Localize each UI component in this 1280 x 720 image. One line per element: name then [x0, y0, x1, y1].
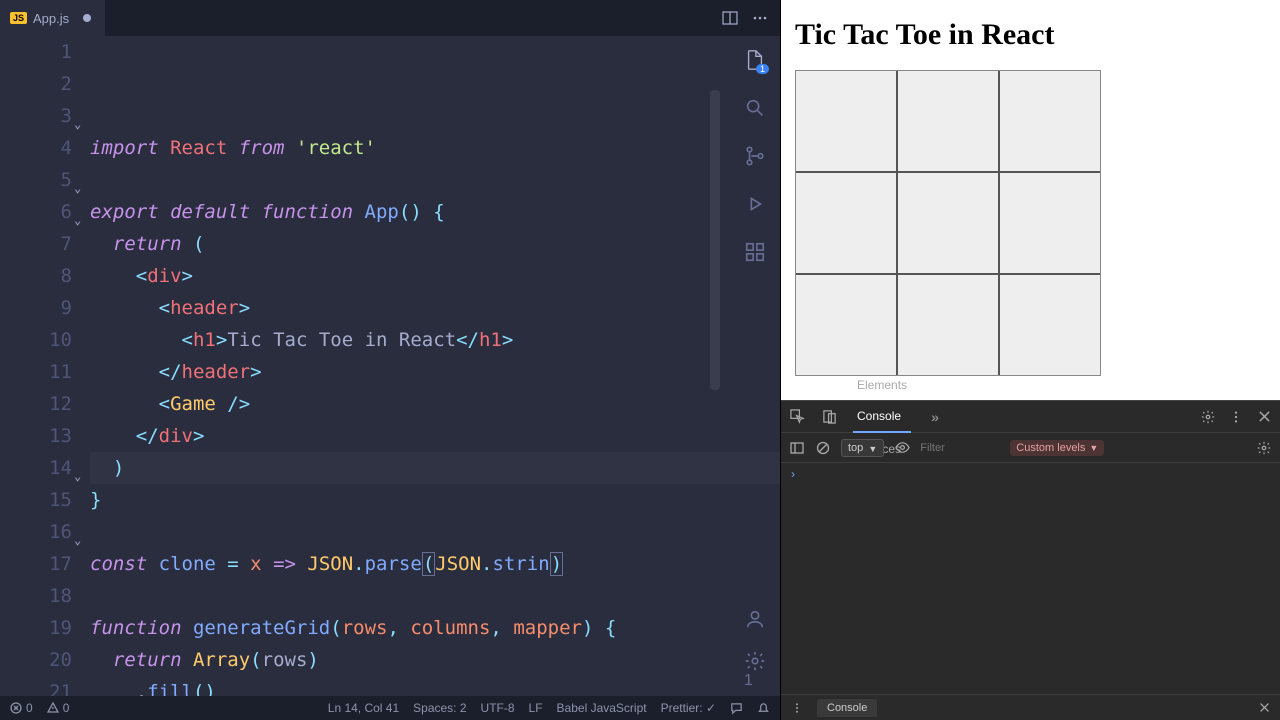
devtools-drawer: Console [781, 694, 1280, 720]
tab-bar: JS App.js [0, 0, 780, 36]
devtools-tab-elements[interactable]: Elements [853, 369, 911, 401]
settings-badge: 1 [744, 672, 753, 689]
chevron-down-icon: ▼ [868, 444, 877, 454]
split-editor-icon[interactable] [722, 10, 738, 26]
source-control-icon[interactable] [743, 144, 767, 168]
grid-cell[interactable] [796, 173, 896, 273]
execution-context-select[interactable]: top ▼ [841, 439, 884, 457]
cursor-position[interactable]: Ln 14, Col 41 [328, 701, 399, 715]
extensions-icon[interactable] [743, 240, 767, 264]
devtools-tabs: ElementsConsoleSources » [781, 401, 1280, 433]
language-mode[interactable]: Babel JavaScript [557, 701, 647, 715]
file-tab[interactable]: JS App.js [0, 0, 105, 36]
devtools-panel: ElementsConsoleSources » [781, 400, 1280, 720]
grid-cell[interactable] [898, 173, 998, 273]
log-level-select[interactable]: Custom levels ▼ [1010, 440, 1104, 456]
console-output[interactable]: › [781, 463, 1280, 694]
console-sidebar-toggle-icon[interactable] [789, 440, 805, 456]
debug-icon[interactable] [743, 192, 767, 216]
code-content[interactable]: import React from 'react'export default … [90, 36, 780, 696]
chevron-down-icon: ▼ [1089, 443, 1098, 453]
console-prompt-icon: › [791, 467, 795, 481]
problems-errors[interactable]: 0 [10, 701, 33, 715]
grid-cell[interactable] [1000, 173, 1100, 273]
grid-cell[interactable] [796, 275, 896, 375]
more-actions-icon[interactable] [752, 10, 768, 26]
notifications-icon[interactable] [757, 702, 770, 715]
inspect-element-icon[interactable] [789, 409, 805, 425]
app-preview: Tic Tac Toe in React [781, 0, 1280, 400]
scrollbar-thumb[interactable] [710, 90, 720, 390]
console-settings-icon[interactable] [1256, 440, 1272, 456]
grid-cell[interactable] [796, 71, 896, 171]
line-highlight [90, 452, 780, 484]
devtools-settings-icon[interactable] [1200, 409, 1216, 425]
console-filter-input[interactable] [920, 442, 1000, 454]
fold-chevron-icon[interactable]: ⌄ [74, 204, 81, 236]
status-bar: 0 0 Ln 14, Col 41 Spaces: 2 UTF-8 LF Bab… [0, 696, 780, 720]
grid-cell[interactable] [1000, 275, 1100, 375]
tab-filename: App.js [33, 11, 69, 26]
fold-chevron-icon[interactable]: ⌄ [74, 524, 81, 556]
js-badge-icon: JS [10, 12, 27, 24]
preview-pane: Tic Tac Toe in React ElementsConsoleSour… [780, 0, 1280, 720]
code-editor[interactable]: ⌄⌄⌄⌄⌄ 123456789101112131415161718192021 … [0, 36, 780, 696]
prettier-status[interactable]: Prettier: ✓ [661, 701, 716, 715]
grid-cell[interactable] [898, 71, 998, 171]
explorer-badge: 1 [756, 64, 769, 74]
feedback-icon[interactable] [730, 702, 743, 715]
devtools-menu-icon[interactable] [1228, 409, 1244, 425]
console-toolbar: top ▼ Custom levels ▼ [781, 433, 1280, 463]
account-icon[interactable] [744, 608, 766, 630]
live-expression-icon[interactable] [894, 440, 910, 456]
problems-warnings[interactable]: 0 [47, 701, 70, 715]
grid-cell[interactable] [1000, 71, 1100, 171]
preview-heading: Tic Tac Toe in React [795, 18, 1266, 52]
activity-bar: 1 [730, 36, 780, 264]
explorer-icon[interactable]: 1 [743, 48, 767, 72]
line-number-gutter: ⌄⌄⌄⌄⌄ 123456789101112131415161718192021 [0, 36, 90, 696]
clear-console-icon[interactable] [815, 440, 831, 456]
drawer-console-tab[interactable]: Console [817, 699, 877, 717]
fold-chevron-icon[interactable]: ⌄ [74, 460, 81, 492]
encoding[interactable]: UTF-8 [481, 701, 515, 715]
device-toolbar-icon[interactable] [821, 409, 837, 425]
fold-chevron-icon[interactable]: ⌄ [74, 108, 81, 140]
indentation[interactable]: Spaces: 2 [413, 701, 466, 715]
devtools-tab-console[interactable]: Console [853, 401, 911, 433]
drawer-close-icon[interactable] [1256, 700, 1272, 716]
eol[interactable]: LF [529, 701, 543, 715]
editor-pane: JS App.js ⌄⌄⌄⌄⌄ 123456789101112131415161… [0, 0, 780, 720]
more-tabs-icon[interactable]: » [927, 409, 943, 425]
settings-gear-icon[interactable]: 1 [744, 650, 766, 690]
search-icon[interactable] [743, 96, 767, 120]
dirty-indicator-icon [83, 14, 91, 22]
devtools-close-icon[interactable] [1256, 409, 1272, 425]
tic-tac-toe-grid [795, 70, 1101, 376]
drawer-menu-icon[interactable] [789, 700, 805, 716]
grid-cell[interactable] [898, 275, 998, 375]
fold-chevron-icon[interactable]: ⌄ [74, 172, 81, 204]
